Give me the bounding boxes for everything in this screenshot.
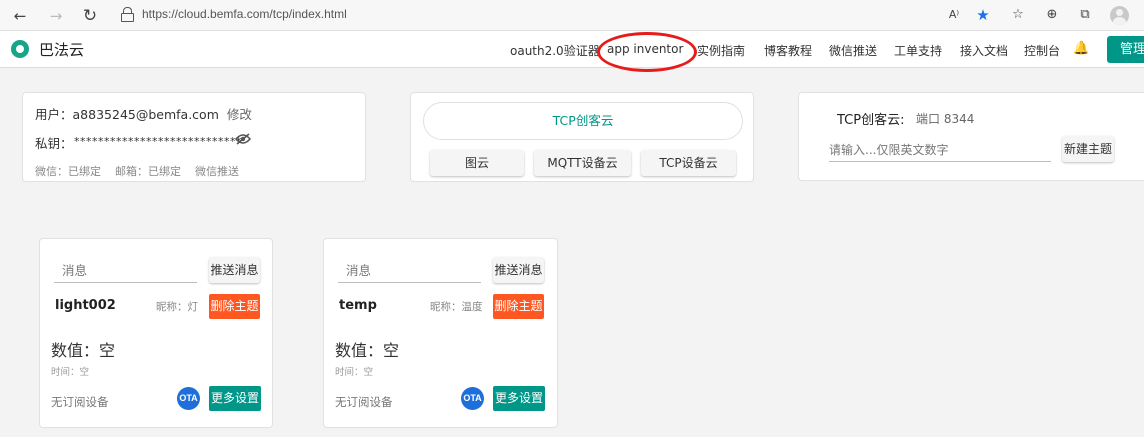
message-input[interactable] (54, 259, 197, 283)
ota-button[interactable]: OTA (461, 387, 484, 410)
profile-avatar-icon[interactable] (1110, 6, 1129, 25)
read-aloud-icon[interactable]: A⁾ (944, 5, 964, 25)
tcp-maker-cloud-button[interactable]: TCP创客云 (423, 102, 743, 140)
topic-name: temp (339, 298, 377, 313)
account-card: 用户：a8835245@bemfa.com 修改 私钥： ***********… (22, 92, 366, 182)
browser-toolbar: ← → ↻ https://cloud.bemfa.com/tcp/index.… (0, 0, 1144, 31)
reload-icon[interactable]: ↻ (79, 5, 101, 27)
nav-console[interactable]: 控制台 (1024, 42, 1060, 59)
nav-app-inventor[interactable]: app inventor (607, 42, 683, 56)
nav-examples[interactable]: 实例指南 (697, 42, 745, 59)
tcp-panel-title: TCP创客云: (837, 113, 905, 128)
bemfa-logo-icon[interactable] (11, 40, 29, 58)
bell-icon[interactable]: 🔔 (1073, 41, 1089, 57)
address-bar[interactable]: https://cloud.bemfa.com/tcp/index.html (142, 7, 347, 21)
eye-off-icon[interactable] (235, 133, 251, 145)
more-settings-button[interactable]: 更多设置 (493, 386, 545, 411)
cloud-switch-card: TCP创客云 图云 MQTT设备云 TCP设备云 (410, 92, 754, 182)
key-label: 私钥： (35, 136, 73, 151)
extensions-icon[interactable]: ⧉ (1075, 5, 1095, 25)
site-logo-text[interactable]: 巴法云 (39, 39, 84, 60)
nav-wechat-push[interactable]: 微信推送 (829, 42, 877, 59)
create-topic-button[interactable]: 新建主题 (1062, 136, 1114, 162)
time-label: 时间：空 (51, 367, 90, 378)
user-email: a8835245@bemfa.com (72, 107, 219, 122)
manage-button[interactable]: 管理 (1107, 36, 1144, 63)
mqtt-cloud-button[interactable]: MQTT设备云 (534, 150, 631, 176)
message-input[interactable] (338, 259, 481, 283)
device-card: 推送消息 temp 昵称：温度 删除主题 数值：空 时间：空 无订阅设备 OTA… (323, 238, 558, 428)
value-label: 数值：空 (51, 341, 116, 360)
wechat-bind-status: 微信：已绑定 (35, 165, 101, 178)
delete-topic-button[interactable]: 删除主题 (209, 294, 260, 319)
topic-nickname: 昵称：灯 (156, 301, 198, 313)
tcp-device-cloud-button[interactable]: TCP设备云 (641, 150, 736, 176)
device-card: 推送消息 light002 昵称：灯 删除主题 数值：空 时间：空 无订阅设备 … (39, 238, 273, 428)
time-label: 时间：空 (335, 367, 374, 378)
subscription-status: 无订阅设备 (51, 395, 109, 409)
nav-blog[interactable]: 博客教程 (764, 42, 812, 59)
tcp-topic-card: TCP创客云: 端口 8344 新建主题 (798, 92, 1144, 181)
forward-arrow-icon[interactable]: → (45, 5, 67, 27)
ota-button[interactable]: OTA (177, 387, 200, 410)
push-message-button[interactable]: 推送消息 (493, 257, 544, 283)
nav-ticket-support[interactable]: 工单支持 (894, 42, 942, 59)
back-arrow-icon[interactable]: ← (9, 5, 31, 27)
user-row: 用户：a8835245@bemfa.com 修改 (35, 104, 252, 123)
image-cloud-button[interactable]: 图云 (430, 150, 524, 176)
wechat-push-link[interactable]: 微信推送 (195, 163, 239, 179)
value-label: 数值：空 (335, 341, 400, 360)
favorite-star-icon[interactable]: ★ (973, 5, 993, 25)
topic-name: light002 (55, 298, 116, 313)
site-header: 巴法云 oauth2.0验证器 app inventor 实例指南 博客教程 微… (0, 31, 1144, 68)
favorites-icon[interactable]: ☆ (1008, 5, 1028, 25)
key-masked: **************************** (74, 135, 242, 148)
topic-nickname: 昵称：温度 (430, 301, 483, 313)
more-settings-button[interactable]: 更多设置 (209, 386, 261, 411)
subscription-status: 无订阅设备 (335, 395, 393, 409)
collections-icon[interactable]: ⊕ (1042, 5, 1062, 25)
nav-docs[interactable]: 接入文档 (960, 42, 1008, 59)
user-label: 用户： (35, 107, 73, 122)
email-bind-status: 邮箱：已绑定 (115, 165, 181, 178)
tcp-port-label: 端口 8344 (916, 112, 975, 126)
edit-link[interactable]: 修改 (227, 107, 252, 122)
push-message-button[interactable]: 推送消息 (209, 257, 260, 283)
lock-icon[interactable] (121, 7, 134, 22)
delete-topic-button[interactable]: 删除主题 (493, 294, 544, 319)
nav-oauth[interactable]: oauth2.0验证器 (510, 42, 600, 59)
topic-name-input[interactable] (829, 138, 1051, 162)
